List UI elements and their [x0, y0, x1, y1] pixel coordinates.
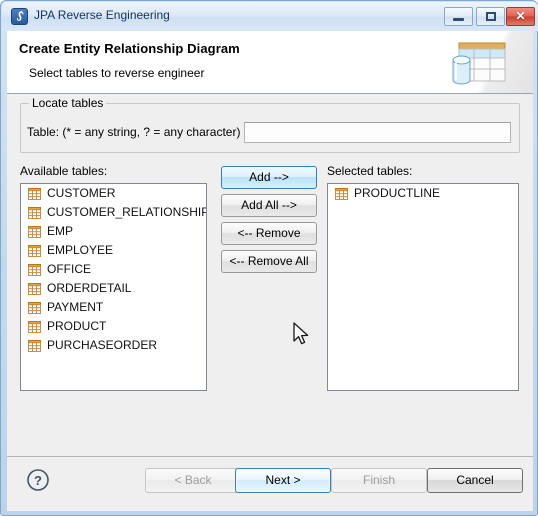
page-subtitle: Select tables to reverse engineer — [29, 66, 205, 80]
window-title: JPA Reverse Engineering — [34, 8, 170, 22]
page-title: Create Entity Relationship Diagram — [19, 41, 240, 56]
list-item-label: EMP — [47, 224, 74, 238]
minimize-icon — [445, 8, 472, 25]
title-bar: JPA Reverse Engineering ✕ — [2, 2, 538, 31]
available-tables-label: Available tables: — [20, 164, 108, 178]
list-item[interactable]: CUSTOMER — [21, 184, 206, 203]
remove-button[interactable]: <-- Remove — [221, 222, 317, 245]
locate-tables-legend: Locate tables — [29, 96, 107, 110]
next-button[interactable]: Next > — [235, 468, 331, 493]
list-item-label: OFFICE — [47, 262, 91, 276]
available-tables-list[interactable]: CUSTOMER CUSTOMER_RELATIONSHIP EMP EMPLOYEE… — [20, 183, 207, 391]
list-item[interactable]: PRODUCT — [21, 317, 206, 336]
dialog-window: JPA Reverse Engineering ✕ Create Entity … — [0, 0, 538, 516]
cancel-button[interactable]: Cancel — [427, 468, 523, 493]
remove-all-button[interactable]: <-- Remove All — [221, 250, 317, 273]
table-icon — [28, 320, 41, 333]
close-icon: ✕ — [515, 9, 526, 23]
list-item[interactable]: EMPLOYEE — [21, 241, 206, 260]
list-item-label: PURCHASEORDER — [47, 338, 158, 352]
dialog-body: Locate tables Table: (* = any string, ? … — [7, 94, 533, 456]
add-button[interactable]: Add --> — [221, 166, 317, 189]
list-item[interactable]: ORDERDETAIL — [21, 279, 206, 298]
list-item-label: EMPLOYEE — [47, 243, 114, 257]
list-item-label: CUSTOMER_RELATIONSHIP — [47, 205, 207, 219]
list-item[interactable]: CUSTOMER_RELATIONSHIP — [21, 203, 206, 222]
minimize-button[interactable] — [444, 7, 473, 26]
finish-button[interactable]: Finish — [331, 468, 427, 493]
list-item[interactable]: PURCHASEORDER — [21, 336, 206, 355]
list-item-label: ORDERDETAIL — [47, 281, 132, 295]
back-button[interactable]: < Back — [145, 468, 241, 493]
table-icon — [28, 339, 41, 352]
jpa-icon — [11, 8, 28, 25]
list-item[interactable]: EMP — [21, 222, 206, 241]
table-icon — [28, 263, 41, 276]
table-icon — [28, 206, 41, 219]
dialog-footer: ? < Back Next > Finish Cancel — [7, 456, 533, 511]
table-icon — [28, 187, 41, 200]
table-icon — [28, 225, 41, 238]
add-all-button[interactable]: Add All --> — [221, 194, 317, 217]
list-item-label: PRODUCT — [47, 319, 107, 333]
list-item[interactable]: PRODUCTLINE — [328, 184, 518, 203]
database-table-banner-icon — [445, 31, 533, 93]
list-item-label: PRODUCTLINE — [354, 186, 441, 200]
selected-tables-list[interactable]: PRODUCTLINE — [327, 183, 519, 391]
maximize-button[interactable] — [476, 7, 505, 26]
table-icon — [28, 282, 41, 295]
svg-text:?: ? — [34, 473, 42, 488]
table-filter-input[interactable] — [244, 122, 511, 143]
list-item[interactable]: PAYMENT — [21, 298, 206, 317]
maximize-icon — [477, 8, 504, 25]
mouse-cursor — [292, 322, 312, 348]
table-icon — [335, 187, 348, 200]
selected-tables-label: Selected tables: — [327, 164, 413, 178]
close-button[interactable]: ✕ — [506, 7, 535, 26]
list-item-label: PAYMENT — [47, 300, 104, 314]
list-item-label: CUSTOMER — [47, 186, 116, 200]
wizard-header: Create Entity Relationship Diagram Selec… — [7, 31, 533, 94]
help-button[interactable]: ? — [26, 468, 50, 492]
list-item[interactable]: OFFICE — [21, 260, 206, 279]
table-icon — [28, 244, 41, 257]
table-icon — [28, 301, 41, 314]
table-filter-label: Table: (* = any string, ? = any characte… — [27, 125, 241, 139]
